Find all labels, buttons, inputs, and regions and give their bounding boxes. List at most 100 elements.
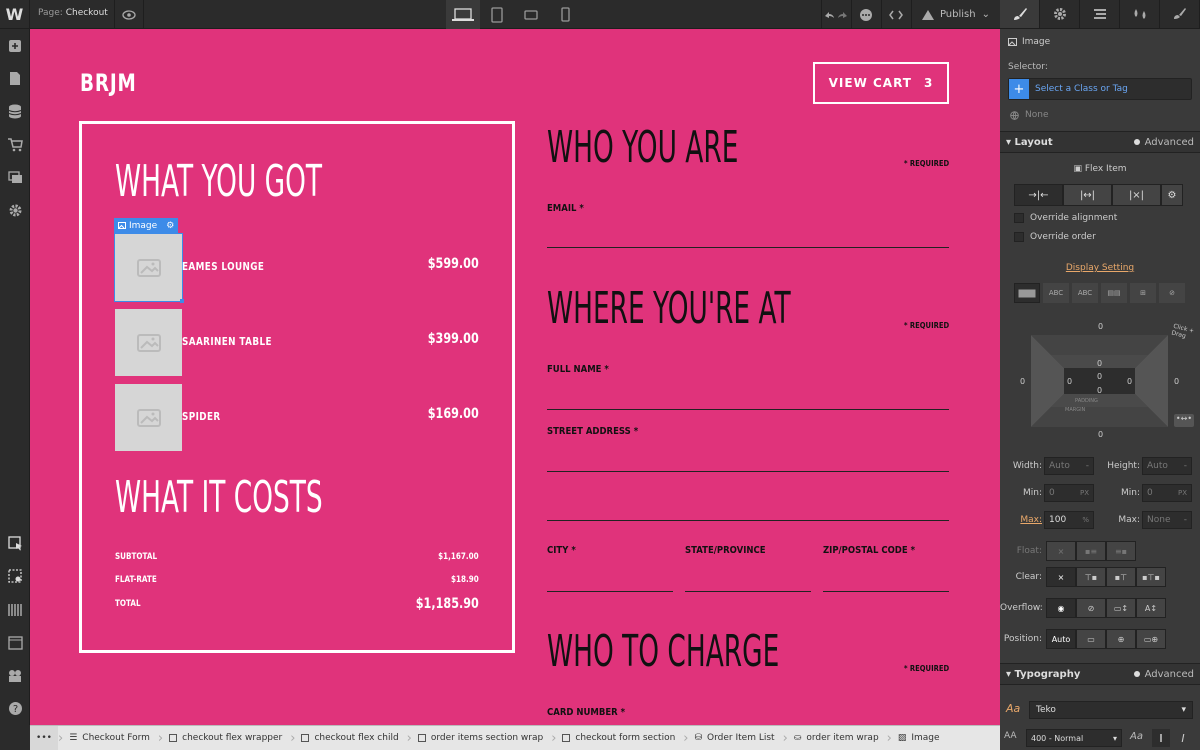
advanced-toggle[interactable]: Advanced (1133, 669, 1194, 680)
assets-icon[interactable] (0, 161, 30, 194)
add-class-plus-icon[interactable]: + (1009, 79, 1029, 99)
padding-right-value[interactable]: 0 (1127, 377, 1132, 386)
layout-section-header[interactable]: ▾ Layout Advanced (1000, 131, 1200, 153)
typography-section-header[interactable]: ▾ Typography Advanced (1000, 663, 1200, 685)
float-right-icon[interactable]: ≡▪ (1106, 541, 1136, 561)
float-none-icon[interactable]: × (1046, 541, 1076, 561)
help-icon[interactable]: ? (0, 692, 30, 725)
tablet-icon[interactable] (480, 0, 514, 29)
breadcrumb-item[interactable]: order items section wrap (412, 726, 551, 750)
display-setting-label[interactable]: Display Setting (1000, 263, 1200, 273)
padding-left-value[interactable]: 0 (1067, 377, 1072, 386)
street-address-field[interactable] (547, 471, 949, 472)
publish-button[interactable]: Publish ⌄ (910, 0, 1000, 29)
item-image[interactable] (115, 309, 182, 376)
display-flex-icon[interactable]: ▤▤ (1101, 283, 1127, 303)
max-width-input[interactable]: 100% (1044, 511, 1094, 529)
desktop-icon[interactable] (446, 0, 480, 29)
breadcrumb-item[interactable]: ☰ Checkout Form (63, 726, 158, 750)
design-canvas[interactable]: BRJM VIEW CART 3 WHAT YOU GOT Image ⚙ EA… (30, 29, 1000, 725)
position-absolute-icon[interactable]: ⊕ (1106, 629, 1136, 649)
ecommerce-cart-icon[interactable] (0, 128, 30, 161)
email-field[interactable] (547, 247, 949, 248)
max-height-input[interactable]: None - (1142, 511, 1192, 529)
margin-bottom-value[interactable]: 0 (1098, 430, 1103, 439)
page-selector[interactable]: Page: Checkout (38, 8, 108, 18)
advanced-toggle[interactable]: Advanced (1133, 137, 1194, 148)
min-height-input[interactable]: 0 PX (1142, 484, 1192, 502)
overflow-visible-eye-icon[interactable]: ◉ (1046, 598, 1076, 618)
breadcrumb-item[interactable]: ⛁ Order Item List (688, 726, 782, 750)
none-x-icon[interactable]: |×| (1112, 184, 1161, 206)
margin-left-value[interactable]: 0 (1020, 377, 1025, 386)
shrink-icon[interactable]: →|← (1014, 184, 1063, 206)
pages-icon[interactable] (0, 62, 30, 95)
float-left-icon[interactable]: ▪≡ (1076, 541, 1106, 561)
zip-field[interactable] (823, 591, 949, 592)
margin-right-value[interactable]: 0 (1174, 377, 1179, 386)
display-inline-icon[interactable]: ABC (1072, 283, 1098, 303)
navigator-icon[interactable] (0, 593, 30, 626)
full-name-field[interactable] (547, 409, 949, 410)
brand-logo[interactable]: BRJM (80, 69, 137, 97)
flex-settings-gear-icon[interactable]: ⚙ (1161, 184, 1183, 206)
display-inline-block-icon[interactable]: ABC (1043, 283, 1069, 303)
display-block-icon[interactable] (1014, 283, 1040, 303)
item-image[interactable] (115, 384, 182, 451)
add-element-icon[interactable] (0, 29, 30, 62)
font-weight-select[interactable]: 400 - Normal ▾ (1026, 729, 1122, 747)
breadcrumb-item[interactable]: ⛀ order item wrap (788, 726, 887, 750)
preview-select-icon[interactable] (0, 560, 30, 593)
override-alignment-checkbox[interactable]: Override alignment (1014, 213, 1117, 223)
order-item[interactable]: Image ⚙ EAMES LOUNGE $599.00 (114, 218, 479, 303)
breadcrumb-item[interactable]: checkout flex wrapper (163, 726, 290, 750)
position-relative-icon[interactable]: ▭ (1076, 629, 1106, 649)
overflow-auto-icon[interactable]: A↕ (1136, 598, 1166, 618)
settings-gear-icon[interactable] (0, 194, 30, 227)
checkbox[interactable] (1014, 213, 1024, 223)
box-model-editor[interactable]: MARGIN PADDING 0 0 0 0 0 (1031, 335, 1168, 427)
display-none-icon[interactable]: ⊘ (1159, 283, 1185, 303)
cms-icon[interactable] (0, 95, 30, 128)
upright-style-icon[interactable]: I (1152, 729, 1170, 747)
clear-both-icon[interactable]: ▪⊤▪ (1136, 567, 1166, 587)
ecommerce-brush-icon[interactable] (1160, 0, 1200, 28)
order-item[interactable]: SPIDER $169.00 (115, 384, 479, 451)
overflow-hidden-icon[interactable]: ⊘ (1076, 598, 1106, 618)
italic-style-icon[interactable]: I (1174, 729, 1192, 747)
interactions-icon[interactable] (1120, 0, 1160, 28)
city-field[interactable] (547, 591, 673, 592)
style-manager-icon[interactable] (1080, 0, 1120, 28)
min-width-input[interactable]: 0 PX (1044, 484, 1094, 502)
style-preview-icon[interactable] (0, 626, 30, 659)
style-brush-icon[interactable] (1000, 0, 1040, 28)
clear-none-icon[interactable]: × (1046, 567, 1076, 587)
item-image[interactable]: Image ⚙ (114, 218, 184, 303)
street-address-line2-field[interactable] (547, 520, 949, 521)
height-input[interactable]: Auto - (1142, 457, 1192, 475)
breadcrumb-item[interactable]: checkout flex child (295, 726, 406, 750)
video-tutorial-icon[interactable] (0, 659, 30, 692)
element-settings-gear-icon[interactable]: ⚙ (166, 221, 174, 231)
overflow-scroll-icon[interactable]: ▭↕ (1106, 598, 1136, 618)
state-field[interactable] (685, 591, 811, 592)
checkbox[interactable] (1014, 232, 1024, 242)
font-style-icon[interactable]: Aa (1130, 731, 1143, 742)
code-icon[interactable] (880, 0, 911, 29)
position-auto-button[interactable]: Auto (1046, 629, 1076, 649)
order-item[interactable]: SAARINEN TABLE $399.00 (115, 309, 479, 376)
margin-top-value[interactable]: 0 (1098, 322, 1103, 331)
clear-left-icon[interactable]: ⊤▪ (1076, 567, 1106, 587)
resize-handle[interactable] (180, 299, 184, 303)
selector-input[interactable]: + Select a Class or Tag (1008, 78, 1192, 100)
spacing-lock-icon[interactable]: •↔• (1174, 414, 1194, 427)
clear-right-icon[interactable]: ▪⊤ (1106, 567, 1136, 587)
webflow-logo[interactable]: W (0, 0, 30, 29)
mobile-portrait-icon[interactable] (548, 0, 582, 29)
override-order-checkbox[interactable]: Override order (1014, 232, 1096, 242)
display-grid-icon[interactable]: ⊞ (1130, 283, 1156, 303)
selected-element-tag[interactable]: Image ⚙ (114, 218, 179, 233)
breadcrumb-item[interactable]: checkout form section (556, 726, 683, 750)
preview-eye-icon[interactable] (114, 0, 144, 29)
select-cursor-icon[interactable] (0, 527, 30, 560)
